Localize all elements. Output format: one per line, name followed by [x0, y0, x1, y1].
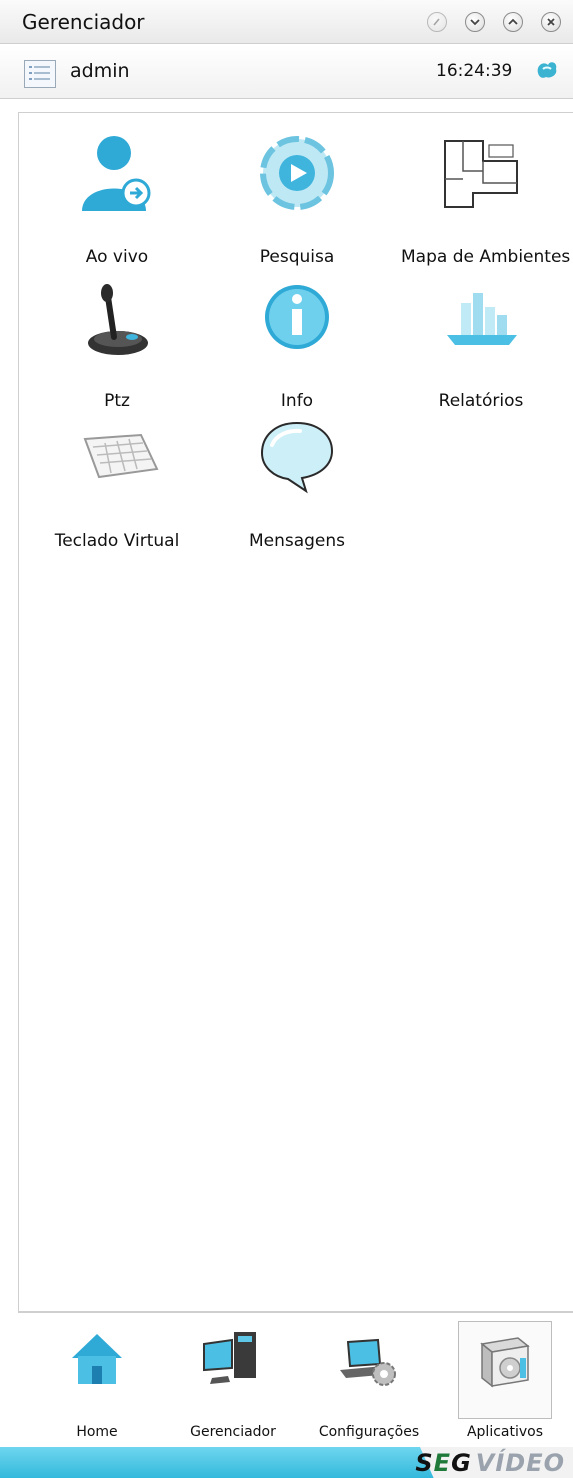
chevron-up-icon — [508, 18, 518, 25]
search-playback-icon — [260, 136, 334, 210]
app-label: Teclado Virtual — [54, 531, 180, 551]
username: admin — [70, 60, 130, 82]
close-button[interactable] — [541, 12, 561, 32]
monitor-icon — [203, 1332, 256, 1384]
dock-divider — [18, 1312, 573, 1313]
dock-configuracoes[interactable]: Configurações — [319, 1324, 419, 1444]
apps-panel: Ao vivo Pesquisa Mapa de Ambientes Ptz I… — [18, 112, 573, 1312]
app-label: Ptz — [104, 391, 130, 411]
app-relatorios[interactable]: Relatórios — [401, 275, 561, 411]
app-ptz[interactable]: Ptz — [37, 275, 197, 411]
dock-label: Gerenciador — [190, 1424, 276, 1440]
pin-icon — [433, 18, 440, 26]
laptop-settings-icon — [340, 1338, 396, 1386]
clock: 16:24:39 — [436, 61, 513, 81]
app-label: Relatórios — [438, 391, 524, 411]
keyboard-icon — [83, 433, 159, 479]
floor-map-icon — [444, 140, 518, 208]
apps-box-icon — [480, 1337, 530, 1388]
live-user-icon — [82, 136, 151, 211]
app-pesquisa[interactable]: Pesquisa — [217, 131, 377, 267]
brand-logo: SEG VÍDEO — [415, 1449, 565, 1477]
pin-button[interactable] — [427, 12, 447, 32]
footer-bar: SEG VÍDEO — [0, 1447, 573, 1478]
home-icon — [72, 1334, 122, 1384]
title-bar: Gerenciador — [0, 0, 573, 44]
maximize-button[interactable] — [503, 12, 523, 32]
user-bar: admin 16:24:39 — [0, 45, 573, 99]
app-label: Mapa de Ambientes — [401, 247, 571, 267]
close-icon — [547, 18, 555, 26]
app-label: Ao vivo — [85, 247, 149, 267]
chevron-down-icon — [470, 19, 480, 26]
info-icon — [265, 285, 329, 349]
app-info[interactable]: Info — [217, 275, 377, 411]
reports-icon — [447, 293, 517, 345]
app-label: Info — [280, 391, 314, 411]
network-status-icon — [534, 57, 560, 87]
dock-gerenciador[interactable]: Gerenciador — [190, 1324, 276, 1444]
app-mensagens[interactable]: Mensagens — [217, 415, 377, 551]
dock-aplicativos[interactable]: Aplicativos — [467, 1324, 543, 1444]
app-label: Mensagens — [248, 531, 346, 551]
app-teclado-virtual[interactable]: Teclado Virtual — [37, 415, 197, 551]
dock-home[interactable]: Home — [62, 1324, 132, 1444]
app-mapa-de-ambientes[interactable]: Mapa de Ambientes — [401, 131, 570, 267]
user-list-icon[interactable] — [24, 60, 56, 88]
window-title: Gerenciador — [22, 10, 145, 34]
joystick-icon — [88, 284, 148, 355]
minimize-button[interactable] — [465, 12, 485, 32]
speech-bubble-icon — [260, 421, 334, 494]
app-ao-vivo[interactable]: Ao vivo — [37, 131, 197, 267]
dock-label: Configurações — [318, 1424, 420, 1440]
dock-label: Aplicativos — [466, 1424, 544, 1440]
app-label: Pesquisa — [259, 247, 335, 267]
dock-label: Home — [76, 1424, 118, 1440]
